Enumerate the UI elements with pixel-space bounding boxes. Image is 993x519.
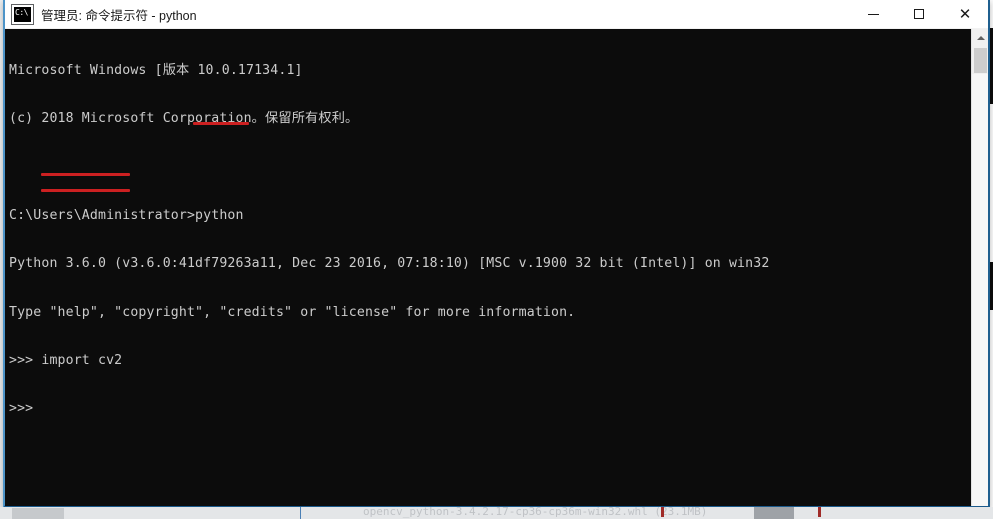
console-line: Type "help", "copyright", "credits" or "… bbox=[9, 304, 576, 320]
window-title: 管理员: 命令提示符 - python bbox=[41, 8, 197, 23]
minimize-button[interactable] bbox=[850, 0, 896, 28]
cmd-icon-glyph: C:\ bbox=[15, 7, 28, 17]
console-line: (c) 2018 Microsoft Corporation。保留所有权利。 bbox=[9, 111, 359, 127]
console-line: C:\Users\Administrator>python bbox=[9, 208, 244, 224]
cmd-icon: C:\ bbox=[12, 4, 33, 24]
scrollbar-up-button[interactable] bbox=[972, 29, 988, 46]
close-icon: ✕ bbox=[958, 4, 972, 23]
command-prompt-window[interactable]: C:\ 管理员: 命令提示符 - python ✕ Microsoft Wind… bbox=[3, 0, 990, 508]
background-bottom-left-box bbox=[12, 508, 64, 519]
desktop-background: 3 3 C:\ 管理员: 命令提示符 - python ✕ bbox=[0, 0, 993, 519]
annotation-underline-import-cv2 bbox=[41, 173, 130, 176]
background-bottom-divider bbox=[300, 507, 301, 519]
console-line: >>> import cv2 bbox=[9, 352, 123, 368]
maximize-button[interactable] bbox=[896, 0, 942, 28]
chevron-up-icon bbox=[976, 35, 985, 40]
window-titlebar[interactable]: C:\ 管理员: 命令提示符 - python ✕ bbox=[5, 0, 988, 29]
close-button[interactable]: ✕ bbox=[942, 0, 988, 28]
console-line-prompt: >>> bbox=[9, 401, 34, 417]
maximize-icon bbox=[914, 9, 924, 19]
scrollbar-track[interactable] bbox=[972, 74, 988, 506]
scrollbar-thumb[interactable] bbox=[974, 48, 987, 73]
caption-buttons: ✕ bbox=[850, 0, 988, 28]
background-cut-off-text: opencv_python-3.4.2.17-cp36-cp36m-win32.… bbox=[363, 507, 708, 518]
annotation-underline-python bbox=[193, 122, 249, 125]
console-output-area[interactable]: Microsoft Windows [版本 10.0.17134.1] (c) … bbox=[5, 29, 988, 506]
minimize-icon bbox=[867, 13, 879, 15]
console-line: Microsoft Windows [版本 10.0.17134.1] bbox=[9, 63, 303, 79]
background-bottom-marker-2 bbox=[818, 507, 821, 517]
background-bottom-scrollbar bbox=[754, 507, 794, 519]
console-line: Python 3.6.0 (v3.6.0:41df79263a11, Dec 2… bbox=[9, 256, 770, 272]
background-bottom-marker-1 bbox=[661, 507, 664, 517]
background-bottom-strip: opencv_python-3.4.2.17-cp36-cp36m-win32.… bbox=[0, 507, 993, 519]
annotation-underline-prompt bbox=[41, 189, 130, 192]
console-text: Microsoft Windows [版本 10.0.17134.1] (c) … bbox=[9, 31, 959, 449]
vertical-scrollbar[interactable] bbox=[971, 29, 988, 506]
